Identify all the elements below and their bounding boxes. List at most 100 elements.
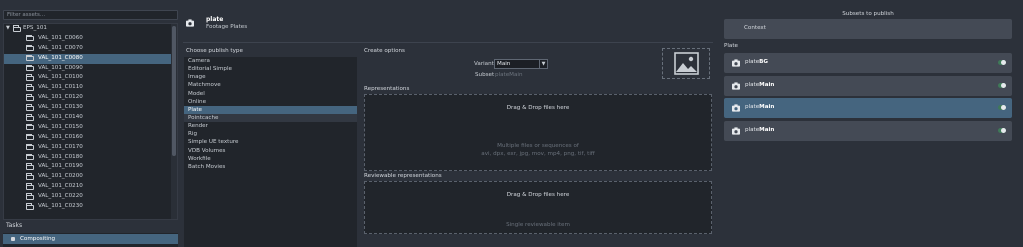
header-divider: [183, 42, 713, 43]
drop-hint: Multiple files or sequences of: [497, 143, 579, 149]
variant-input[interactable]: Main ▼: [494, 59, 548, 69]
publish-type-item[interactable]: Online: [184, 98, 357, 106]
context-card[interactable]: Context: [724, 19, 1012, 39]
tree-item[interactable]: VAL_101_C0200: [4, 172, 177, 182]
enable-toggle[interactable]: [998, 83, 1006, 88]
publish-type-item[interactable]: Editorial Simple: [184, 65, 357, 73]
asset-tree[interactable]: ▼ EPS_101 VAL_101_C0060 VAL_101_C0070 VA…: [3, 23, 178, 220]
header-subtitle: Footage Plates: [206, 24, 248, 30]
tree-item[interactable]: VAL_101_C0070: [4, 44, 177, 54]
task-icon: [11, 237, 15, 241]
enable-toggle[interactable]: [998, 128, 1006, 133]
thumbnail-drop-area[interactable]: [662, 48, 710, 79]
folder-icon: [26, 163, 34, 170]
folder-icon: [26, 104, 34, 111]
tree-item-label: VAL_101_C0190: [38, 163, 83, 170]
publish-type-item[interactable]: Batch Movies: [184, 163, 357, 171]
subset-group-label: Plate: [724, 43, 738, 49]
folder-icon: [26, 54, 34, 62]
variant-label: Variant: [474, 61, 494, 67]
tree-item[interactable]: VAL_101_C0140: [4, 113, 177, 123]
camera-icon: [732, 59, 740, 67]
tree-item[interactable]: VAL_101_C0220: [4, 192, 177, 202]
tree-item[interactable]: VAL_101_C0120: [4, 93, 177, 103]
tree-item[interactable]: VAL_101_C0190: [4, 162, 177, 172]
folder-icon: [26, 114, 34, 121]
camera-icon: [186, 19, 194, 27]
drop-hint-extensions: avi, dpx, exr, jpg, mov, mp4, png, tif, …: [481, 151, 595, 157]
tree-scrollbar[interactable]: [171, 24, 177, 219]
folder-icon: [26, 74, 34, 81]
publish-type-list[interactable]: Camera Editorial Simple Image Matchmove …: [184, 57, 357, 247]
tree-item-label: VAL_101_C0180: [38, 153, 83, 160]
enable-toggle[interactable]: [998, 60, 1006, 65]
drop-title: Drag & Drop files here: [506, 192, 570, 198]
publish-type-item[interactable]: Matchmove: [184, 81, 357, 89]
tree-item[interactable]: VAL_101_C0090: [4, 64, 177, 74]
subset-card-selected[interactable]: plateMain: [724, 98, 1012, 118]
tree-item[interactable]: VAL_101_C0150: [4, 123, 177, 133]
tree-scrollbar-thumb[interactable]: [172, 26, 176, 156]
folder-icon: [26, 34, 34, 42]
folder-icon: [26, 143, 34, 151]
tasks-list[interactable]: Compositing: [3, 233, 178, 247]
folder-icon: [26, 84, 34, 91]
enable-toggle[interactable]: [998, 105, 1006, 110]
publish-type-item[interactable]: Simple UE texture: [184, 138, 357, 146]
folder-icon: [26, 64, 34, 72]
publish-type-item-selected[interactable]: Plate: [184, 105, 357, 114]
publish-type-item[interactable]: Rig: [184, 130, 357, 138]
drop-hint: Single reviewable item: [506, 222, 570, 228]
publish-type-item[interactable]: Render: [184, 122, 357, 130]
tree-item-label: VAL_101_C0090: [38, 64, 83, 71]
subset-card[interactable]: plateMain: [724, 121, 1012, 141]
tree-item[interactable]: VAL_101_C0060: [4, 34, 177, 44]
subset-name: plateBG: [745, 59, 769, 65]
create-options-label: Create options: [364, 48, 405, 54]
tree-item[interactable]: VAL_101_C0230: [4, 202, 177, 212]
tree-item-label: VAL_101_C0210: [38, 183, 83, 190]
subset-name: plateMain: [745, 104, 775, 110]
tree-item[interactable]: VAL_101_C0110: [4, 83, 177, 93]
tree-item[interactable]: VAL_101_C0210: [4, 182, 177, 192]
tree-item[interactable]: VAL_101_C0170: [4, 143, 177, 153]
tree-item[interactable]: VAL_101_C0160: [4, 133, 177, 143]
subset-value: plateMain: [495, 72, 523, 78]
tree-item-selected[interactable]: VAL_101_C0080: [4, 53, 177, 64]
header-title: plate: [206, 16, 224, 23]
asset-filter-input[interactable]: Filter assets...: [3, 10, 178, 20]
tree-item[interactable]: VAL_101_C0100: [4, 73, 177, 83]
reviewable-drop-area[interactable]: Drag & Drop files here Single reviewable…: [364, 181, 712, 234]
representations-drop-area[interactable]: Drag & Drop files here Multiple files or…: [364, 94, 712, 171]
publish-type-item[interactable]: Workfile: [184, 155, 357, 163]
tree-item[interactable]: VAL_101_C0180: [4, 153, 177, 163]
folder-icon: [26, 123, 34, 131]
tree-item[interactable]: VAL_101_C0130: [4, 103, 177, 113]
tree-item-root[interactable]: ▼ EPS_101: [4, 24, 177, 34]
tree-item-label: VAL_101_C0200: [38, 173, 83, 180]
reviewable-label: Reviewable representations: [364, 173, 442, 179]
tasks-label: Tasks: [6, 222, 23, 229]
folder-icon: [26, 153, 34, 161]
folder-icon: [26, 203, 34, 210]
publish-type-item[interactable]: Camera: [184, 57, 357, 65]
tree-item-label: VAL_101_C0100: [38, 74, 83, 81]
tree-item-label: VAL_101_C0220: [38, 193, 83, 200]
folder-icon: [26, 173, 34, 180]
subset-card[interactable]: plateBG: [724, 53, 1012, 73]
chevron-down-icon[interactable]: ▼: [6, 24, 10, 34]
folder-icon: [26, 94, 34, 101]
publish-type-item[interactable]: VDB Volumes: [184, 147, 357, 155]
publish-type-item[interactable]: Image: [184, 73, 357, 81]
camera-icon: [732, 82, 740, 90]
chevron-down-icon[interactable]: ▼: [539, 60, 547, 68]
drop-title: Drag & Drop files here: [506, 105, 570, 111]
folder-icon: [26, 183, 34, 190]
tree-item-label: VAL_101_C0170: [38, 143, 83, 150]
publish-type-item-hovered[interactable]: Pointcache: [184, 113, 357, 123]
publish-type-item[interactable]: Model: [184, 90, 357, 98]
tree-item-label: EPS_101: [23, 25, 47, 31]
subset-card[interactable]: plateMain: [724, 76, 1012, 96]
task-item-compositing[interactable]: Compositing: [3, 234, 178, 244]
tree-item-label: VAL_101_C0140: [38, 114, 83, 121]
